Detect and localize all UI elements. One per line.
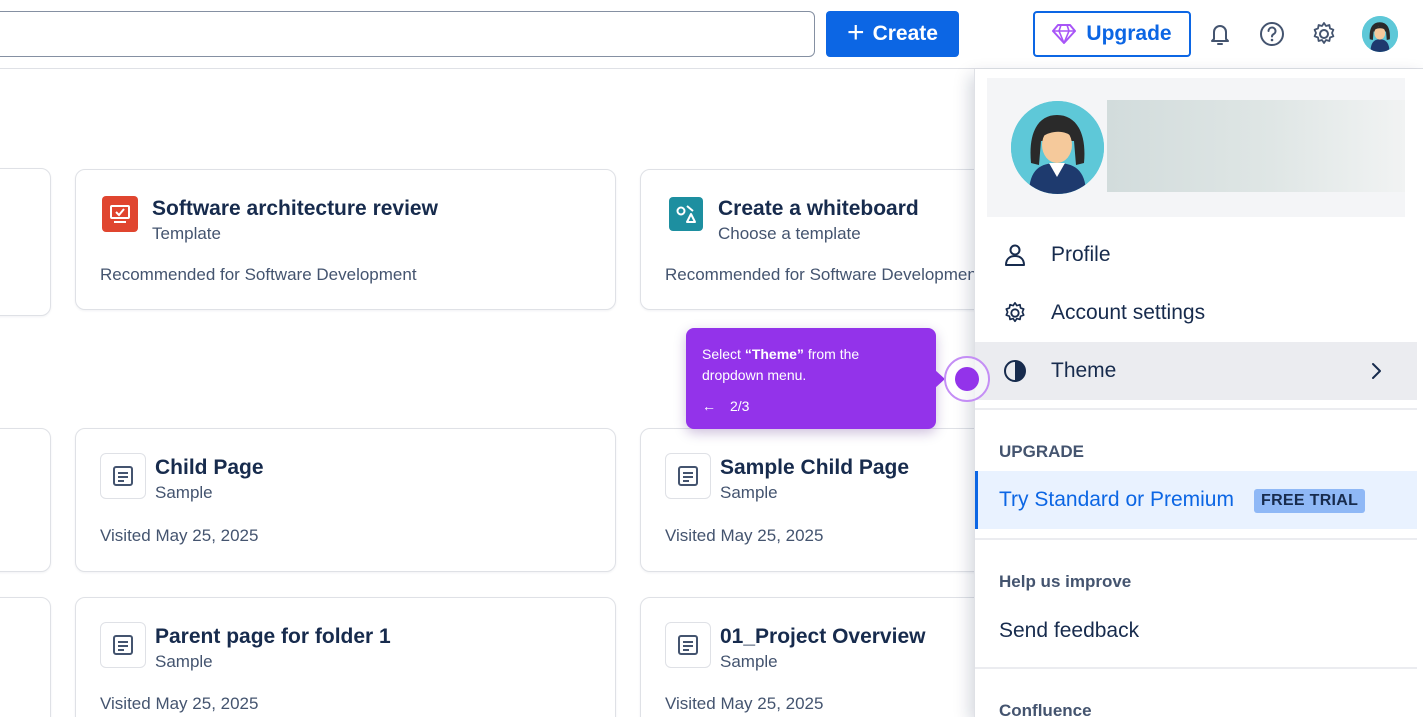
card-title: Create a whiteboard — [718, 197, 919, 220]
card-subtitle: Sample — [155, 652, 213, 671]
page-icon — [100, 622, 146, 668]
menu-divider — [975, 667, 1417, 669]
tooltip-text: Select “Theme” from the dropdown menu. — [702, 346, 860, 383]
account-avatar-button[interactable] — [1362, 16, 1398, 52]
card-subtitle: Choose a template — [718, 224, 861, 243]
person-icon — [1005, 244, 1025, 266]
card-partial-left[interactable] — [0, 597, 51, 717]
plus-icon: + — [847, 15, 865, 49]
page-icon — [665, 453, 711, 499]
upgrade-button[interactable]: Upgrade — [1033, 11, 1191, 57]
account-dropdown-menu: Profile Account settings Theme UPGRADE T… — [974, 69, 1423, 717]
card-partial-left[interactable] — [0, 168, 51, 316]
section-label-confluence: Confluence — [999, 701, 1092, 717]
menu-item-try-standard-premium[interactable]: Try Standard or Premium FREE TRIAL — [975, 471, 1417, 529]
gear-icon — [1005, 302, 1025, 323]
card-footer: Recommended for Software Development — [665, 265, 982, 284]
card-subtitle: Sample — [720, 483, 778, 502]
free-trial-badge: FREE TRIAL — [1254, 489, 1366, 513]
page-icon — [665, 622, 711, 668]
card-child-page[interactable]: Child Page Sample Visited May 25, 2025 — [75, 428, 616, 572]
avatar — [1011, 101, 1104, 194]
bell-icon — [1211, 25, 1229, 45]
page-icon — [100, 453, 146, 499]
card-subtitle: Template — [152, 224, 221, 243]
tooltip-navigation: ← 2/3 — [702, 398, 749, 414]
search-input[interactable] — [0, 11, 815, 57]
card-footer: Visited May 25, 2025 — [100, 526, 259, 545]
trial-label: Try Standard or Premium — [999, 488, 1234, 511]
card-footer: Visited May 25, 2025 — [665, 526, 824, 545]
menu-item-label: Profile — [1051, 243, 1111, 266]
menu-divider — [975, 408, 1417, 410]
blurred-user-name — [1107, 100, 1405, 192]
profile-header — [987, 78, 1405, 217]
top-navigation-bar: + Create Upgrade — [0, 0, 1423, 69]
help-icon — [1260, 22, 1284, 46]
menu-item-profile[interactable]: Profile — [975, 226, 1417, 284]
card-software-architecture-review[interactable]: Software architecture review Template Re… — [75, 169, 616, 310]
section-label-help: Help us improve — [999, 572, 1132, 591]
upgrade-button-label: Upgrade — [1086, 22, 1172, 45]
card-footer: Recommended for Software Development — [100, 265, 417, 284]
avatar — [1362, 16, 1398, 52]
gear-icon — [1313, 22, 1335, 44]
menu-item-send-feedback[interactable]: Send feedback — [999, 619, 1139, 643]
menu-item-account-settings[interactable]: Account settings — [975, 284, 1417, 342]
menu-item-theme[interactable]: Theme — [975, 342, 1417, 400]
section-label-upgrade: UPGRADE — [999, 442, 1085, 461]
whiteboard-icon — [669, 197, 703, 231]
help-button[interactable] — [1258, 20, 1286, 48]
back-arrow-icon[interactable]: ← — [702, 398, 716, 414]
card-title: Parent page for folder 1 — [155, 625, 391, 648]
card-footer: Visited May 25, 2025 — [100, 694, 259, 713]
step-counter: 2/3 — [730, 398, 750, 414]
theme-icon — [1004, 360, 1026, 382]
card-title: Software architecture review — [152, 197, 438, 220]
settings-button[interactable] — [1310, 20, 1338, 48]
notifications-button[interactable] — [1206, 20, 1234, 48]
card-title: Sample Child Page — [720, 456, 910, 479]
create-button-label: Create — [872, 22, 938, 45]
menu-item-label: Account settings — [1051, 301, 1206, 324]
card-subtitle: Sample — [720, 652, 778, 671]
card-partial-left[interactable] — [0, 428, 51, 572]
card-footer: Visited May 25, 2025 — [665, 694, 824, 713]
hotspot-dot[interactable] — [955, 367, 979, 391]
create-button[interactable]: + Create — [826, 11, 959, 57]
template-icon — [102, 196, 138, 232]
chevron-right-icon — [1372, 363, 1381, 379]
guide-tooltip: Select “Theme” from the dropdown menu. ←… — [686, 328, 945, 429]
card-title: 01_Project Overview — [720, 625, 926, 648]
menu-divider — [975, 538, 1417, 540]
card-subtitle: Sample — [155, 483, 213, 502]
diamond-icon — [1052, 24, 1077, 44]
card-parent-page-folder-1[interactable]: Parent page for folder 1 Sample Visited … — [75, 597, 616, 717]
card-title: Child Page — [155, 456, 264, 479]
menu-item-label: Theme — [1051, 359, 1117, 382]
